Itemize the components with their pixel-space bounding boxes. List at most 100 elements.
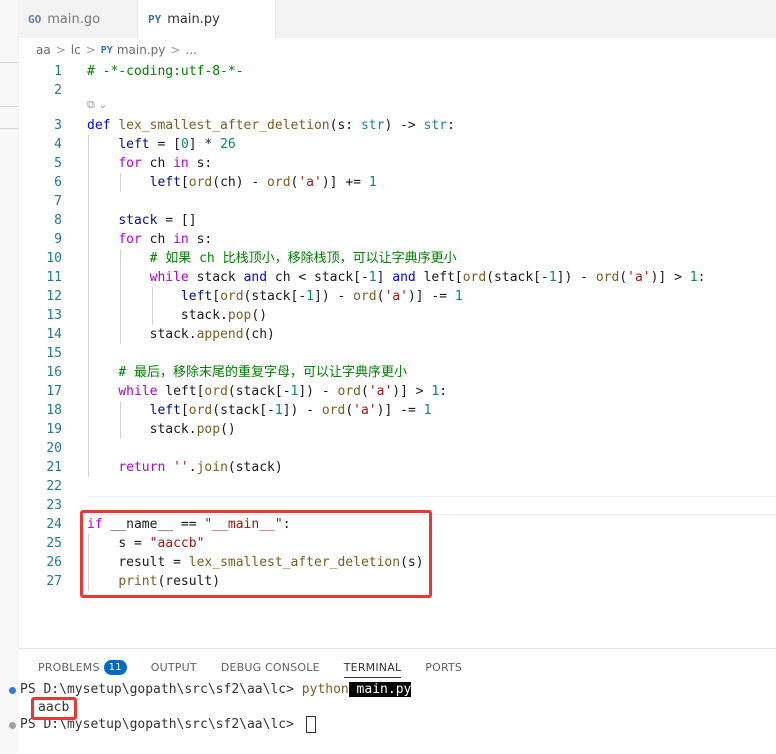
code-token: : [447,118,455,133]
line-number: 27 [46,574,62,589]
terminal-line-1[interactable]: PS D:\mysetup\gopath\src\sf2\aa\lc> pyth… [20,681,412,699]
panel-tabs: PROBLEMS 11 OUTPUT DEBUG CONSOLE TERMINA… [38,657,486,679]
function-name: ord [462,270,487,285]
type-name: str [423,118,448,133]
strip-divider [0,62,18,63]
code-token: left [180,289,213,304]
code-token: ) -> [384,118,424,133]
string: 'a' [384,289,408,304]
number: 1 [689,270,698,285]
code-token: (s: [329,118,361,133]
keyword: for [118,156,142,171]
tab-output[interactable]: OUTPUT [151,657,197,677]
code-token: ]) - [298,384,338,399]
code-token: )] += [321,175,369,190]
tab-ports[interactable]: PORTS [425,657,462,677]
code-token: stack. [180,308,228,323]
tab-main-py[interactable]: PY main.py [138,0,276,38]
tab-label: main.go [47,11,101,27]
breadcrumb-item-lc[interactable]: lc [71,43,81,57]
code-token: (stack[- [486,270,549,285]
code-token: )] -= [376,403,424,418]
code-token: ch < stack[- [267,270,369,285]
number: 1 [368,270,377,285]
code-token: [ [180,403,189,418]
line-number: 21 [46,460,62,475]
number: 1 [306,289,314,304]
code-token: stack. [149,327,197,342]
code-token: (ch) - [212,175,268,190]
number: 1 [368,175,377,190]
terminal-selected-arg: main.py [348,682,412,697]
tab-debug-console[interactable]: DEBUG CONSOLE [221,657,320,677]
keyword: for [118,232,142,247]
function-name: ord [337,384,361,399]
line-number: 14 [46,327,62,342]
breadcrumb-separator: > [85,43,96,57]
keyword: def [87,118,111,133]
code-token: (stack[- [243,289,307,304]
line-number: 9 [54,232,62,247]
code-line-21: return ''.join(stack) [87,458,282,477]
function-name: ord [220,289,244,304]
go-file-icon: GO [28,12,42,26]
line-number: 10 [46,251,62,266]
code-token: ch [141,232,174,247]
function-name: ord [188,175,213,190]
breadcrumb-item-aa[interactable]: aa [36,43,51,57]
code-token: )] -= [407,289,455,304]
line-number: 7 [54,194,62,209]
code-line-13: stack.pop() [87,306,267,325]
tab-label: PORTS [425,660,463,674]
tab-terminal[interactable]: TERMINAL [343,657,402,678]
comment: # 如果 ch 比栈顶小，移除栈顶，可以让字典序更小 [149,251,457,266]
line-number: 26 [46,555,62,570]
function-name: ord [188,403,213,418]
code-token: stack. [149,422,197,437]
code-token: ] [376,270,393,285]
code-line-5: for ch in s: [87,154,212,173]
breadcrumb-separator: > [170,43,181,57]
code-token: (stack[- [227,384,291,399]
python-file-icon: PY [100,44,113,56]
comment: # -*-coding:utf-8-*- [87,64,244,79]
code-line-12: left[ord(stack[-1]) - ord('a')] -= 1 [87,287,463,306]
bottom-panel: PROBLEMS 11 OUTPUT DEBUG CONSOLE TERMINA… [18,648,776,754]
tab-label: PROBLEMS [38,660,100,674]
tab-problems[interactable]: PROBLEMS 11 [38,657,127,677]
tab-main-go[interactable]: GO main.go [18,0,138,38]
code-line-10: # 如果 ch 比栈顶小，移除栈顶，可以让字典序更小 [87,249,457,268]
number: 1 [423,403,432,418]
line-number: 18 [46,403,62,418]
breadcrumb-item-file[interactable]: main.py [117,43,166,57]
command-status-dot-icon [9,687,16,694]
code-line-9: for ch in s: [87,230,212,249]
type-name: str [360,118,385,133]
number: 1 [274,403,283,418]
function-name: ord [595,270,620,285]
code-token: ch [141,156,174,171]
editor-tab-bar: GO main.go PY main.py [18,0,776,38]
code-token: left [149,175,181,190]
code-line-16: # 最后，移除末尾的重复字母，可以让字典序更小 [87,363,407,382]
code-line-11: while stack and ch < stack[-1] and left[… [87,268,706,287]
string: 'a' [298,175,322,190]
code-token: (ch) [243,327,275,342]
line-number: 8 [54,213,62,228]
breadcrumb-item-symbol[interactable]: ... [185,43,196,57]
line-number: 20 [46,441,62,456]
number: 1 [454,289,463,304]
keyword: in [173,156,189,171]
line-number: 22 [46,479,62,494]
function-name: ord [204,384,228,399]
keyword: and [392,270,416,285]
code-line-14: stack.append(ch) [87,325,275,344]
number: 26 [220,137,236,152]
code-line-4: left = [0] * 26 [87,135,236,154]
line-number: 12 [46,289,62,304]
code-line-3: def lex_smallest_after_deletion(s: str) … [87,116,455,135]
codelens-indicator[interactable]: ⧉ ⌄ [87,98,108,112]
code-token: () [251,308,268,323]
line-number: 3 [54,118,62,133]
line-number: 11 [46,270,62,285]
